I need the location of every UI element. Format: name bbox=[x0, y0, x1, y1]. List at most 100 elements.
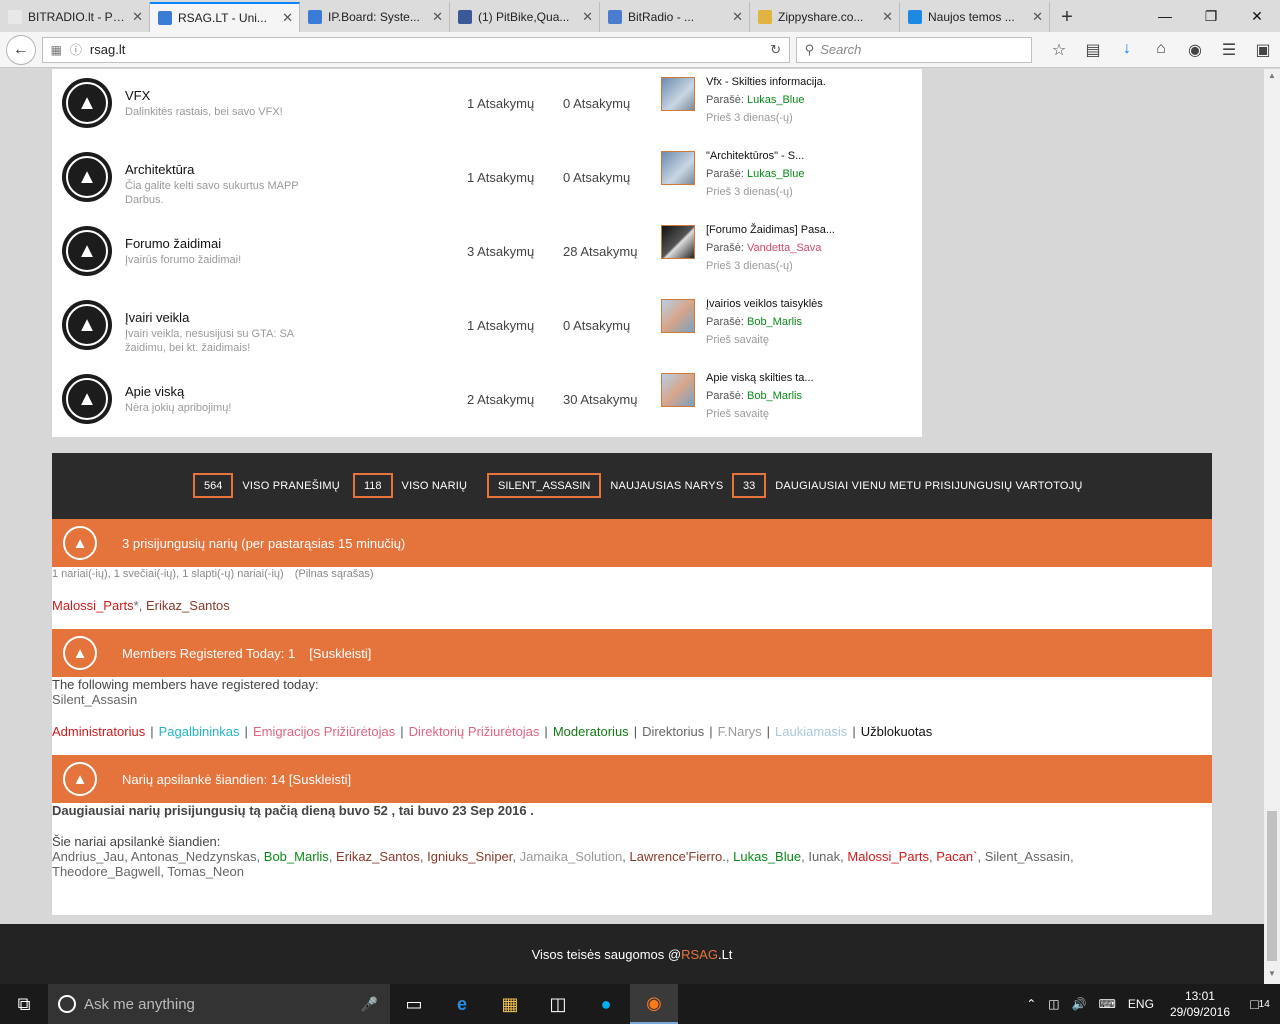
info-icon[interactable]: ⓘ bbox=[70, 41, 82, 58]
firefox-icon[interactable]: ◉ bbox=[630, 984, 678, 1024]
tab-close-icon[interactable]: ✕ bbox=[732, 9, 743, 25]
language-indicator[interactable]: ENG bbox=[1128, 997, 1154, 1011]
browser-tab[interactable]: (1) PitBike,Qua... ✕ bbox=[450, 2, 600, 32]
back-button[interactable]: ← bbox=[6, 34, 36, 65]
visitor-name[interactable]: Bob_Marlis bbox=[264, 849, 329, 864]
pocket-icon[interactable]: ◉ bbox=[1178, 40, 1212, 60]
visitor-name[interactable]: Antonas_Nedzynskas bbox=[131, 849, 257, 864]
download-icon[interactable]: ↓ bbox=[1110, 40, 1144, 60]
visitor-name[interactable]: Pacan` bbox=[936, 849, 977, 864]
last-poster-avatar[interactable] bbox=[661, 151, 695, 185]
forum-tree-icon[interactable]: ▲ bbox=[62, 226, 112, 276]
forum-tree-icon[interactable]: ▲ bbox=[62, 152, 112, 202]
last-poster-avatar[interactable] bbox=[661, 77, 695, 111]
file-explorer-icon[interactable]: ▦ bbox=[486, 984, 534, 1024]
visitor-name[interactable]: Tomas_Neon bbox=[167, 864, 244, 879]
action-center-icon[interactable]: □ 14 bbox=[1240, 984, 1280, 1024]
tab-close-icon[interactable]: ✕ bbox=[432, 9, 443, 25]
keyboard-icon[interactable]: ⌨ bbox=[1099, 997, 1116, 1011]
group-legend-item[interactable]: Užblokuotas bbox=[861, 724, 933, 739]
last-post-title[interactable]: Vfx - Skilties informacija. bbox=[706, 76, 916, 94]
search-input[interactable]: ⚲ Search bbox=[795, 36, 1032, 63]
visitor-name[interactable]: Silent_Assasin bbox=[985, 849, 1070, 864]
scroll-thumb[interactable] bbox=[1267, 811, 1277, 961]
tab-close-icon[interactable]: ✕ bbox=[282, 10, 293, 26]
visitor-name[interactable]: Lukas_Blue bbox=[733, 849, 801, 864]
footer-brand-r[interactable]: R bbox=[681, 947, 690, 962]
last-poster-avatar[interactable] bbox=[661, 225, 695, 259]
close-window-icon[interactable]: ✕ bbox=[1234, 0, 1280, 32]
scroll-down-icon[interactable]: ▼ bbox=[1264, 969, 1280, 978]
new-tab-button[interactable]: + bbox=[1050, 2, 1084, 32]
forum-title[interactable]: Architektūra bbox=[125, 162, 194, 177]
last-post-author[interactable]: Vandetta_Sava bbox=[747, 242, 821, 254]
full-list-link[interactable]: (Pilnas sąrašas) bbox=[295, 568, 374, 580]
group-legend-item[interactable]: Laukiamasis bbox=[775, 724, 847, 739]
menu-icon[interactable]: ☰ bbox=[1212, 40, 1246, 60]
tab-close-icon[interactable]: ✕ bbox=[132, 9, 143, 25]
browser-tab[interactable]: Naujos temos ... ✕ bbox=[900, 2, 1050, 32]
group-legend-item[interactable]: F.Narys bbox=[718, 724, 762, 739]
last-post-title[interactable]: Apie viską skilties ta... bbox=[706, 372, 916, 390]
last-poster-avatar[interactable] bbox=[661, 299, 695, 333]
network-icon[interactable]: ◫ bbox=[1048, 997, 1059, 1011]
extension-icon[interactable]: ▣ bbox=[1246, 40, 1280, 60]
reload-icon[interactable]: ↻ bbox=[763, 42, 789, 58]
skype-icon[interactable]: ● bbox=[582, 984, 630, 1024]
home-icon[interactable]: ⌂ bbox=[1144, 40, 1178, 60]
group-legend-item[interactable]: Emigracijos Prižiūrėtojas bbox=[253, 724, 395, 739]
visitor-name[interactable]: Igniuks_Sniper bbox=[427, 849, 512, 864]
cortana-search[interactable]: Ask me anything 🎤 bbox=[48, 984, 390, 1024]
browser-tab[interactable]: BITRADIO.lt - Pagri...✕ bbox=[0, 2, 150, 32]
url-text[interactable]: rsag.lt bbox=[90, 42, 763, 57]
forum-title[interactable]: Forumo žaidimai bbox=[125, 236, 221, 251]
footer-brand-sag[interactable]: SAG bbox=[690, 947, 717, 962]
forum-tree-icon[interactable]: ▲ bbox=[62, 78, 112, 128]
scroll-up-icon[interactable]: ▲ bbox=[1264, 71, 1280, 80]
forum-title[interactable]: Apie viską bbox=[125, 384, 184, 399]
reading-list-icon[interactable]: ▤ bbox=[1076, 40, 1110, 60]
windows-start-icon[interactable]: ⧉ bbox=[0, 984, 48, 1024]
tab-close-icon[interactable]: ✕ bbox=[882, 9, 893, 25]
browser-tab[interactable]: BitRadio - ... ✕ bbox=[600, 2, 750, 32]
tab-close-icon[interactable]: ✕ bbox=[582, 9, 593, 25]
group-legend-item[interactable]: Direktorių Prižiurėtojas bbox=[409, 724, 540, 739]
last-post-author[interactable]: Bob_Marlis bbox=[747, 316, 802, 328]
group-legend-item[interactable]: Moderatorius bbox=[553, 724, 629, 739]
microphone-icon[interactable]: 🎤 bbox=[361, 996, 378, 1013]
task-view-icon[interactable]: ▭ bbox=[390, 984, 438, 1024]
last-post-title[interactable]: Įvairios veiklos taisyklės bbox=[706, 298, 916, 316]
group-legend-item[interactable]: Administratorius bbox=[52, 724, 145, 739]
visitor-name[interactable]: Iunak bbox=[808, 849, 840, 864]
group-legend-item[interactable]: Direktorius bbox=[642, 724, 704, 739]
last-post-title[interactable]: "Architektūros" - S... bbox=[706, 150, 916, 168]
browser-tab[interactable]: RSAG.LT - Uni... ✕ bbox=[150, 2, 300, 32]
last-post-author[interactable]: Bob_Marlis bbox=[747, 390, 802, 402]
browser-tab[interactable]: Zippyshare.co... ✕ bbox=[750, 2, 900, 32]
last-poster-avatar[interactable] bbox=[661, 373, 695, 407]
visitor-name[interactable]: Malossi_Parts bbox=[847, 849, 929, 864]
visitor-name[interactable]: Theodore_Bagwell bbox=[52, 864, 160, 879]
last-post-title[interactable]: [Forumo Žaidimas] Pasa... bbox=[706, 224, 916, 242]
registered-member[interactable]: Silent_Assasin bbox=[52, 692, 1212, 707]
visitor-name[interactable]: Jamaika_Solution bbox=[520, 849, 623, 864]
visitor-name[interactable]: Andrius_Jau bbox=[52, 849, 124, 864]
edge-icon[interactable]: e bbox=[438, 984, 486, 1024]
last-post-author[interactable]: Lukas_Blue bbox=[747, 168, 805, 180]
clock[interactable]: 13:01 29/09/2016 bbox=[1170, 988, 1230, 1020]
forum-title[interactable]: VFX bbox=[125, 88, 150, 103]
group-legend-item[interactable]: Pagalbininkas bbox=[159, 724, 240, 739]
tab-close-icon[interactable]: ✕ bbox=[1032, 9, 1043, 25]
volume-icon[interactable]: 🔊 bbox=[1072, 997, 1087, 1011]
bookmark-star-icon[interactable]: ☆ bbox=[1042, 40, 1076, 60]
online-user[interactable]: Erikaz_Santos bbox=[146, 598, 230, 613]
forum-tree-icon[interactable]: ▲ bbox=[62, 374, 112, 424]
browser-tab[interactable]: IP.Board: Syste... ✕ bbox=[300, 2, 450, 32]
restore-icon[interactable]: ❐ bbox=[1188, 0, 1234, 32]
page-scrollbar[interactable]: ▲ ▼ bbox=[1264, 69, 1280, 984]
collapse-link[interactable]: [Suskleisti] bbox=[309, 646, 371, 661]
forum-tree-icon[interactable]: ▲ bbox=[62, 300, 112, 350]
visitor-name[interactable]: Lawrence'Fierro. bbox=[629, 849, 725, 864]
online-user[interactable]: Malossi_Parts bbox=[52, 598, 134, 613]
last-post-author[interactable]: Lukas_Blue bbox=[747, 94, 805, 106]
